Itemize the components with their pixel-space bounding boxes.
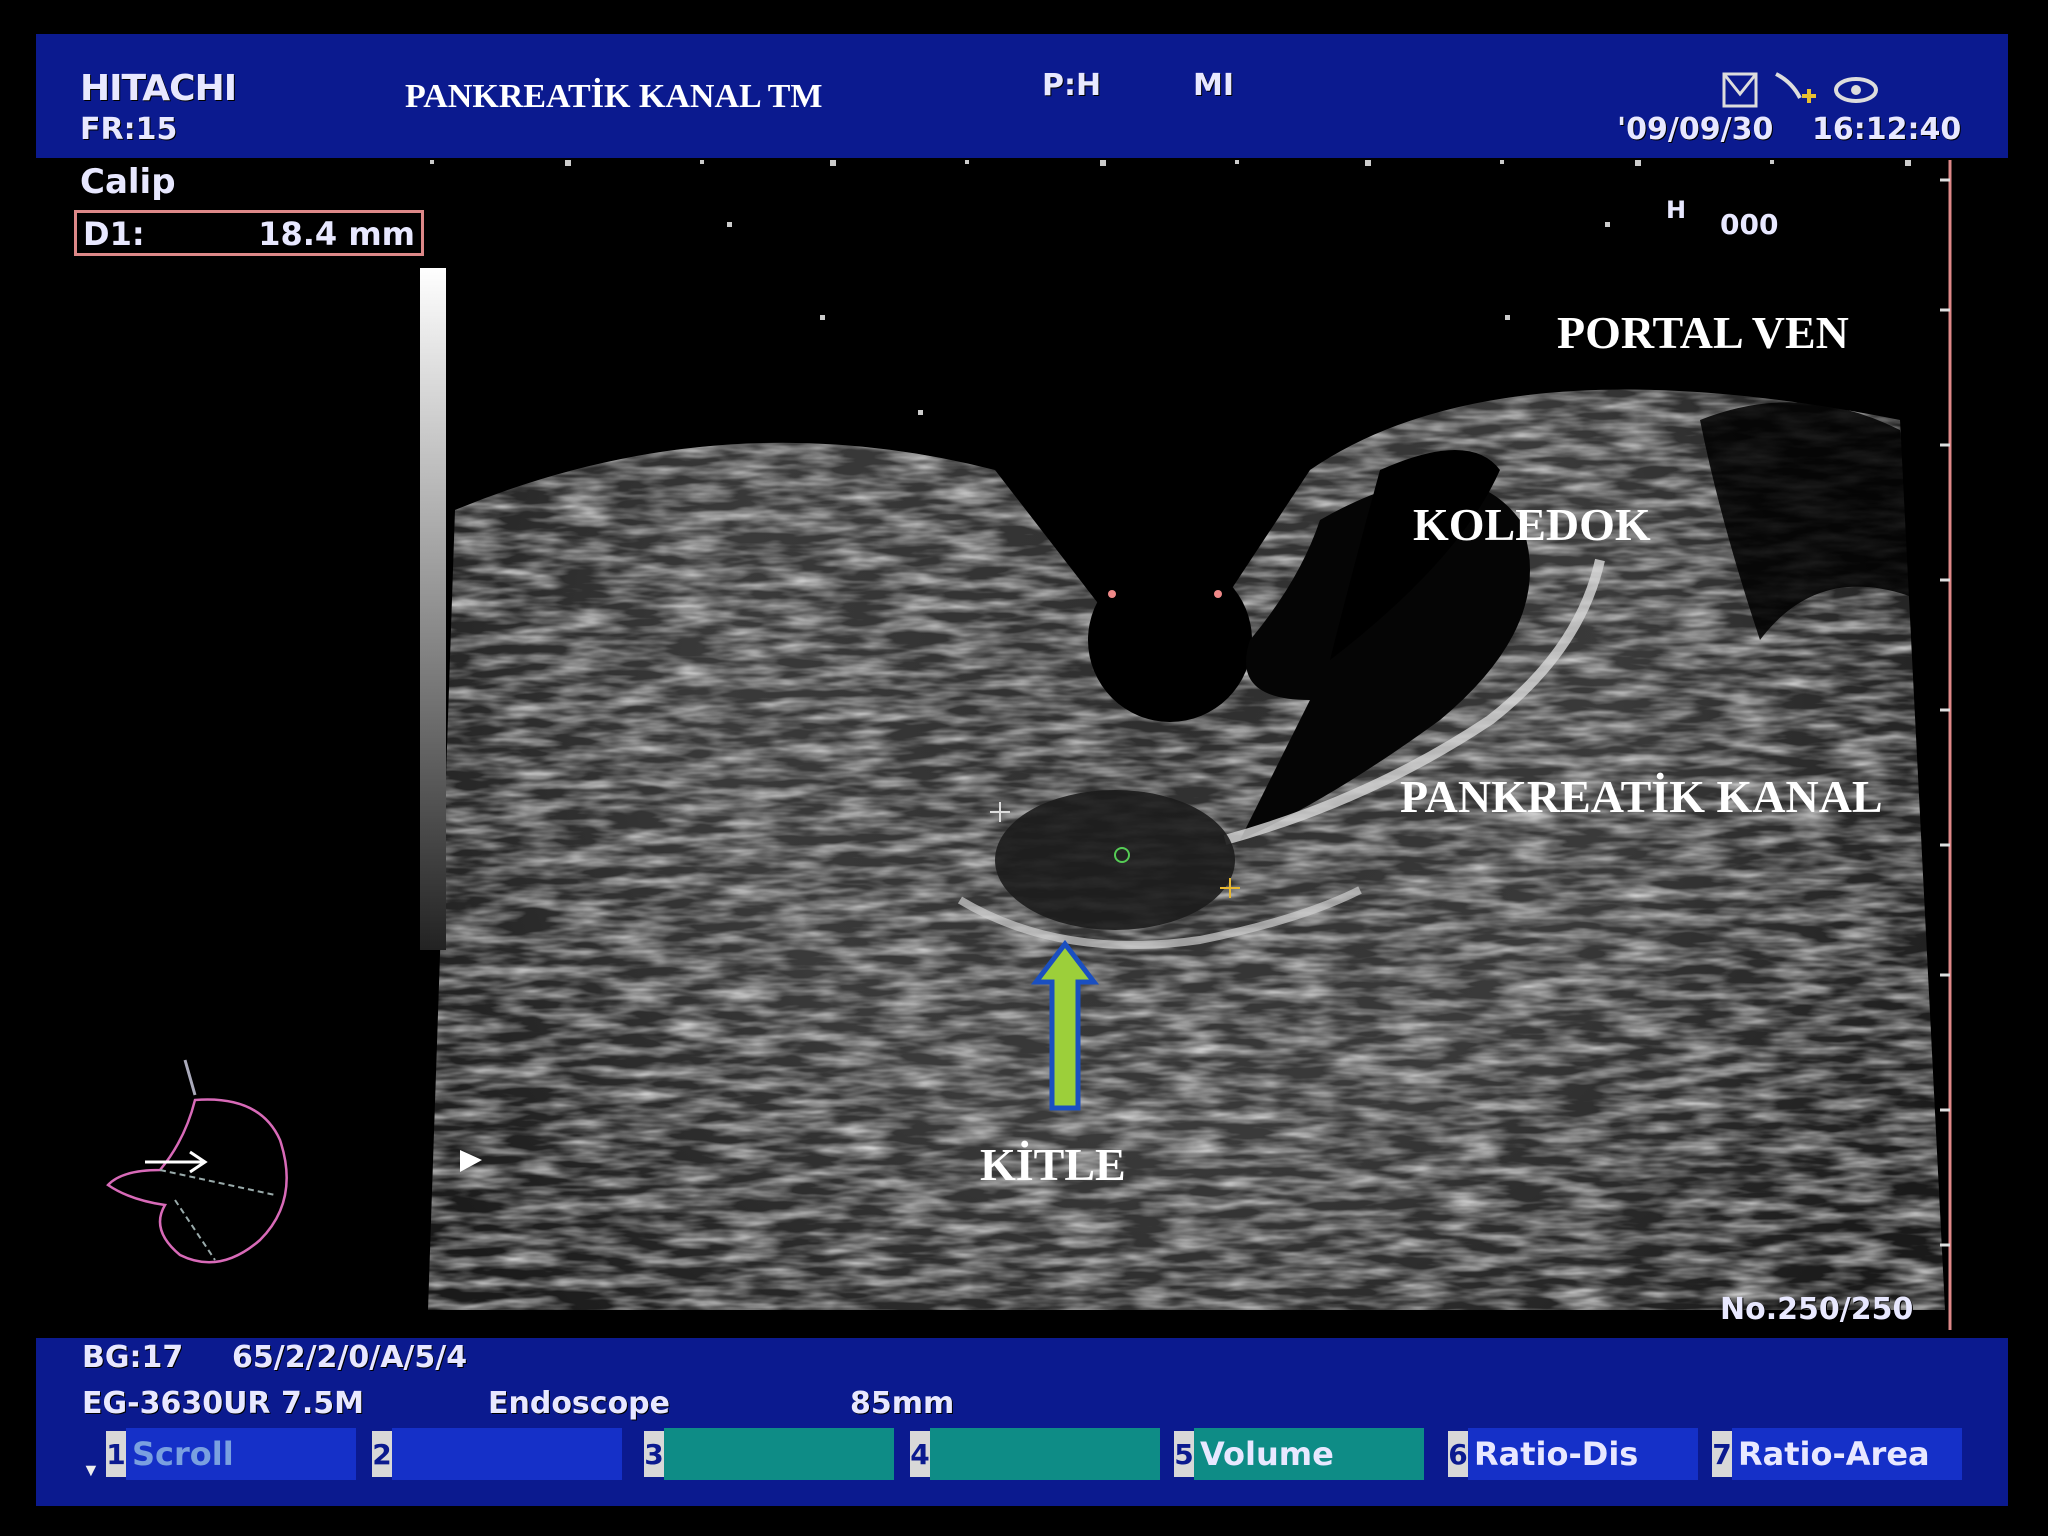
fkey-7-number: 7	[1712, 1431, 1732, 1477]
mi-indicator: MI	[1193, 68, 1235, 103]
footer-bg: BG:17	[82, 1340, 184, 1375]
fkey-3-label	[664, 1428, 894, 1480]
fkey-3-number: 3	[644, 1431, 664, 1477]
eye-icon	[1834, 77, 1878, 103]
fkey-1-number: 1	[106, 1431, 126, 1477]
date-display: '09/09/30	[1617, 112, 1774, 147]
caliper-measurement-box: D1: 18.4 mm	[74, 210, 424, 256]
annotation-pankreatik-kanal: PANKREATİK KANAL	[1400, 771, 1883, 822]
menu-down-icon[interactable]: ▼	[82, 1460, 100, 1481]
fkey-2-number: 2	[372, 1431, 392, 1477]
fkey-1-label: Scroll	[126, 1428, 356, 1480]
frame-rate: FR:15	[80, 112, 178, 147]
probe-mode: P:H	[1042, 68, 1102, 103]
freeze-icon	[1722, 72, 1758, 108]
brand-logo: HITACHI	[80, 68, 237, 109]
caliper-label: Calip	[80, 162, 176, 202]
fkey-4[interactable]: 4	[910, 1428, 1160, 1480]
caliper-d1-value: 18.4 mm	[258, 215, 415, 253]
page-title: PANKREATİK KANAL TM	[405, 78, 823, 115]
fkey-2[interactable]: 2	[372, 1428, 622, 1480]
time-display: 16:12:40	[1812, 112, 1962, 147]
mass-arrow-icon	[1030, 940, 1100, 1111]
annotation-kitle: KİTLE	[980, 1139, 1126, 1190]
fkey-5-label: Volume	[1194, 1428, 1424, 1480]
depth-value: 85mm	[850, 1386, 955, 1421]
fkey-7-ratio-area[interactable]: 7 Ratio-Area	[1712, 1428, 1962, 1480]
footer-params: 65/2/2/0/A/5/4	[232, 1340, 468, 1375]
annotation-koledok: KOLEDOK	[1413, 499, 1651, 550]
h-value: 000	[1720, 208, 1779, 241]
fkey-6-ratio-dis[interactable]: 6 Ratio-Dis	[1448, 1428, 1698, 1480]
fkey-3[interactable]: 3	[644, 1428, 894, 1480]
fkey-6-number: 6	[1448, 1431, 1468, 1477]
fkey-4-label	[930, 1428, 1160, 1480]
fkey-1-scroll[interactable]: 1 Scroll	[106, 1428, 356, 1480]
image-counter: No.250/250	[1720, 1292, 1914, 1327]
probe-icon	[1775, 72, 1816, 103]
probe-model: EG-3630UR 7.5M	[82, 1386, 364, 1421]
scan-mode: Endoscope	[488, 1386, 671, 1421]
h-marker: H	[1666, 196, 1687, 224]
fkey-5-volume[interactable]: 5 Volume	[1174, 1428, 1424, 1480]
fkey-6-label: Ratio-Dis	[1468, 1428, 1698, 1480]
annotation-portal-ven: PORTAL VEN	[1557, 307, 1849, 358]
fkey-7-label: Ratio-Area	[1732, 1428, 1962, 1480]
fkey-2-label	[392, 1428, 622, 1480]
caliper-d1-label: D1:	[83, 215, 145, 253]
fkey-4-number: 4	[910, 1431, 930, 1477]
fkey-5-number: 5	[1174, 1431, 1194, 1477]
